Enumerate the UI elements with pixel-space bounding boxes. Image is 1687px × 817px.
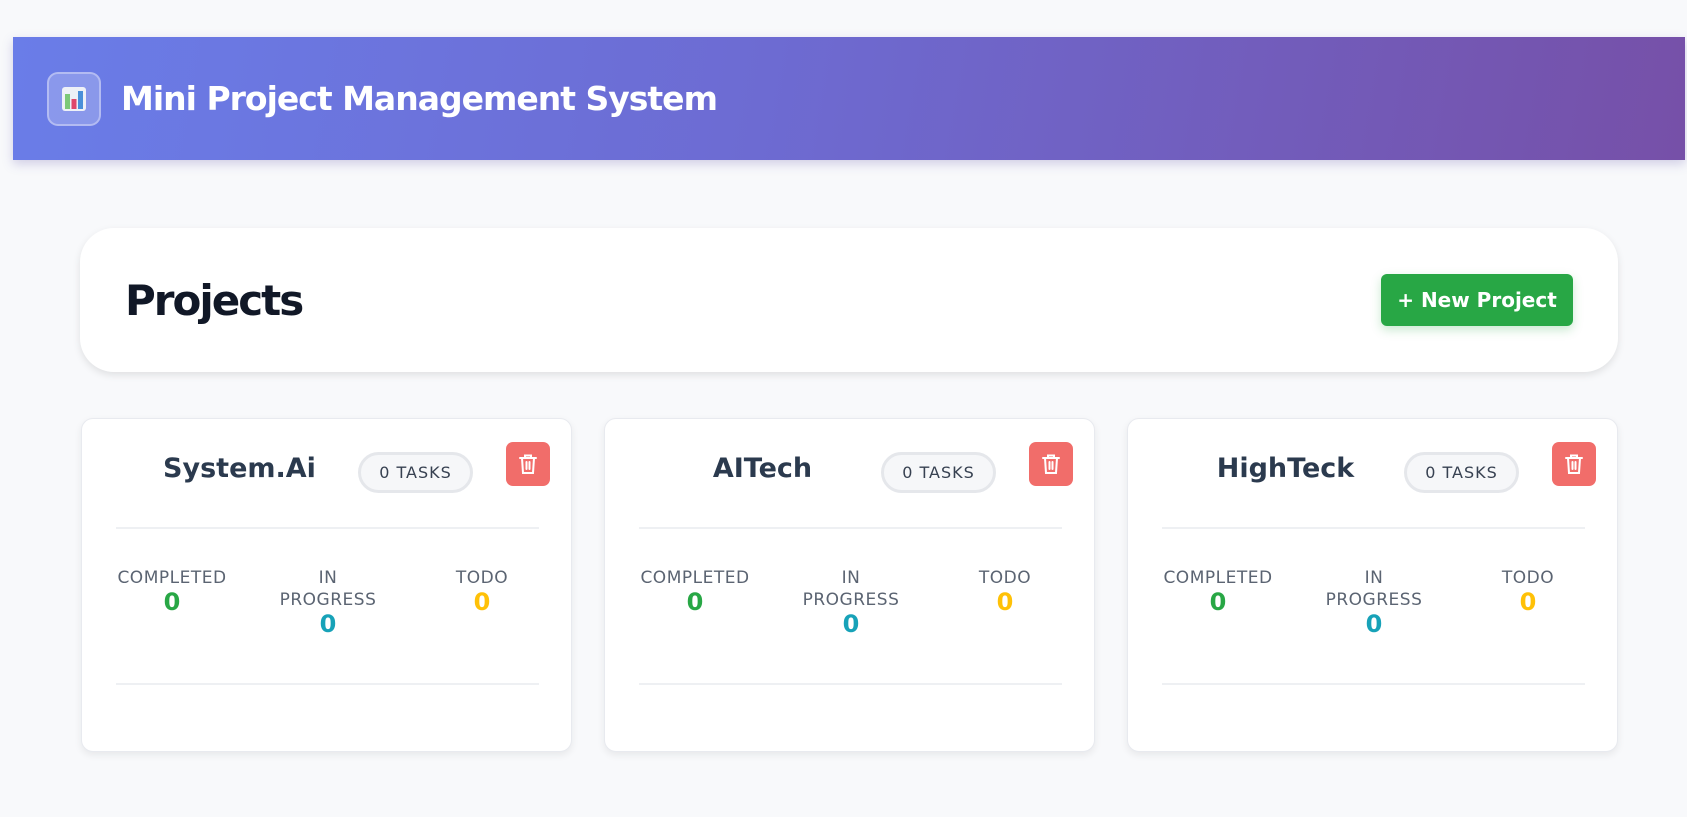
todo-stat: TODO 0 bbox=[973, 567, 1037, 615]
todo-stat: TODO 0 bbox=[450, 567, 514, 615]
completed-stat: COMPLETED 0 bbox=[639, 567, 751, 615]
stat-label: TODO bbox=[978, 568, 1032, 588]
todo-count: 0 bbox=[996, 588, 1014, 616]
todo-count: 0 bbox=[1519, 588, 1537, 616]
divider bbox=[639, 527, 1062, 529]
app-title: Mini Project Management System bbox=[121, 79, 718, 118]
completed-count: 0 bbox=[1209, 588, 1227, 616]
task-count-badge: 0 TASKS bbox=[881, 452, 996, 493]
bar-chart-icon bbox=[47, 71, 101, 126]
projects-header-panel: Projects + New Project bbox=[80, 228, 1618, 372]
project-card[interactable]: AITech 0 TASKS COMPLETED 0 IN PROGRESS 0… bbox=[604, 418, 1095, 752]
project-name: HighTeck bbox=[1216, 453, 1355, 484]
stat-label: PROGRESS bbox=[802, 590, 900, 610]
completed-count: 0 bbox=[686, 588, 704, 616]
project-card[interactable]: System.Ai 0 TASKS COMPLETED 0 IN PROGRES… bbox=[81, 418, 572, 752]
trash-icon bbox=[1042, 454, 1060, 474]
new-project-button[interactable]: + New Project bbox=[1381, 274, 1573, 326]
divider bbox=[1162, 527, 1585, 529]
delete-project-button[interactable] bbox=[506, 442, 550, 486]
in-progress-stat: IN PROGRESS 0 bbox=[265, 567, 391, 637]
project-name: AITech bbox=[712, 453, 813, 484]
completed-stat: COMPLETED 0 bbox=[1162, 567, 1274, 615]
trash-icon bbox=[1565, 454, 1583, 474]
divider bbox=[116, 527, 539, 529]
trash-icon bbox=[519, 454, 537, 474]
in-progress-count: 0 bbox=[319, 610, 337, 638]
task-count-badge: 0 TASKS bbox=[1404, 452, 1519, 493]
in-progress-count: 0 bbox=[842, 610, 860, 638]
delete-project-button[interactable] bbox=[1552, 442, 1596, 486]
in-progress-stat: IN PROGRESS 0 bbox=[1311, 567, 1437, 637]
stat-label: TODO bbox=[1501, 568, 1555, 588]
completed-count: 0 bbox=[163, 588, 181, 616]
stat-label: PROGRESS bbox=[279, 590, 377, 610]
stat-label: COMPLETED bbox=[640, 568, 750, 588]
in-progress-stat: IN PROGRESS 0 bbox=[788, 567, 914, 637]
divider bbox=[1162, 683, 1585, 685]
page-title: Projects bbox=[125, 275, 304, 325]
delete-project-button[interactable] bbox=[1029, 442, 1073, 486]
stat-label: COMPLETED bbox=[1163, 568, 1273, 588]
stat-label: IN bbox=[1364, 568, 1384, 588]
task-count-badge: 0 TASKS bbox=[358, 452, 473, 493]
divider bbox=[116, 683, 539, 685]
app-header: Mini Project Management System bbox=[13, 37, 1685, 160]
stat-label: COMPLETED bbox=[117, 568, 227, 588]
stat-label: IN bbox=[318, 568, 338, 588]
project-card[interactable]: HighTeck 0 TASKS COMPLETED 0 IN PROGRESS… bbox=[1127, 418, 1618, 752]
divider bbox=[639, 683, 1062, 685]
todo-stat: TODO 0 bbox=[1496, 567, 1560, 615]
stat-label: PROGRESS bbox=[1325, 590, 1423, 610]
in-progress-count: 0 bbox=[1365, 610, 1383, 638]
project-name: System.Ai bbox=[163, 453, 316, 484]
stat-label: IN bbox=[841, 568, 861, 588]
stat-label: TODO bbox=[455, 568, 509, 588]
todo-count: 0 bbox=[473, 588, 491, 616]
completed-stat: COMPLETED 0 bbox=[116, 567, 228, 615]
